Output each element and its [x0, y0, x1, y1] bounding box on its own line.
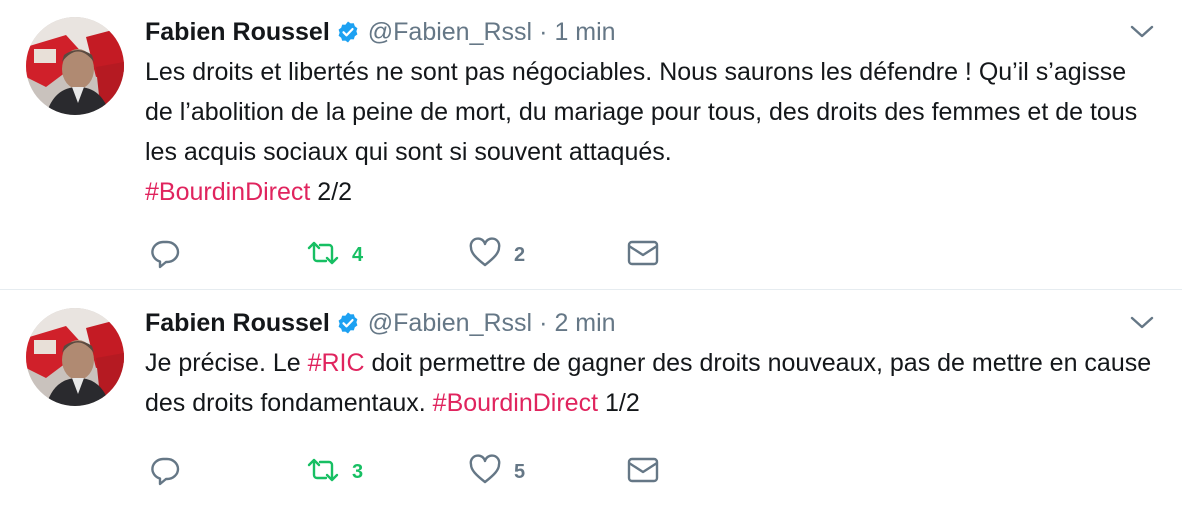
envelope-icon: [626, 236, 660, 275]
retweet-arrows-icon: [306, 236, 340, 275]
avatar[interactable]: [26, 308, 124, 406]
separator-dot: ·: [539, 308, 548, 337]
reply-button[interactable]: [148, 237, 182, 273]
author-handle[interactable]: @Fabien_Rssl: [368, 309, 532, 338]
like-count: 5: [514, 460, 526, 483]
retweet-button[interactable]: 4: [306, 237, 363, 273]
tweet-text-body: Les droits et libertés ne sont pas négoc…: [145, 58, 1138, 166]
author-handle[interactable]: @Fabien_Rssl: [368, 18, 532, 47]
tweet-text: Je précise. Le #RIC doit permettre de ga…: [145, 343, 1155, 423]
retweet-button[interactable]: 3: [306, 454, 363, 490]
chevron-down-icon[interactable]: [1128, 22, 1156, 42]
timestamp[interactable]: 1 min: [554, 18, 615, 47]
chevron-down-icon[interactable]: [1128, 313, 1156, 333]
author-name[interactable]: Fabien Roussel: [145, 18, 330, 47]
reply-bubble-icon: [148, 236, 182, 275]
tweet-text-suffix: 1/2: [598, 389, 640, 417]
tweet-text-suffix: 2/2: [310, 178, 353, 206]
hashtag-link[interactable]: #RIC: [308, 349, 365, 377]
reply-button[interactable]: [148, 454, 182, 490]
verified-badge-icon: [336, 20, 360, 44]
tweet-text: Les droits et libertés ne sont pas négoc…: [145, 52, 1155, 212]
hashtag-link[interactable]: #BourdinDirect: [433, 389, 598, 417]
hashtag-link[interactable]: #BourdinDirect: [145, 178, 310, 206]
reply-bubble-icon: [148, 453, 182, 492]
retweet-arrows-icon: [306, 453, 340, 492]
like-count: 2: [514, 243, 526, 266]
retweet-count: 3: [352, 460, 364, 483]
verified-badge-icon: [336, 311, 360, 335]
avatar[interactable]: [26, 17, 124, 115]
heart-icon: [468, 236, 502, 275]
retweet-count: 4: [352, 243, 364, 266]
like-button[interactable]: 2: [468, 236, 526, 275]
tweet[interactable]: Fabien Roussel @Fabien_Rssl · 2 min Je p…: [0, 291, 1182, 512]
heart-icon: [468, 453, 502, 492]
direct-message-button[interactable]: [626, 454, 660, 490]
direct-message-button[interactable]: [626, 237, 660, 273]
author-name[interactable]: Fabien Roussel: [145, 309, 330, 338]
separator-dot: ·: [539, 17, 548, 46]
tweet[interactable]: Fabien Roussel @Fabien_Rssl · 1 min Les …: [0, 0, 1182, 290]
tweet-header: Fabien Roussel @Fabien_Rssl · 1 min: [145, 14, 616, 50]
tweet-actions: 4 2: [148, 236, 688, 275]
envelope-icon: [626, 453, 660, 492]
tweet-text-body: Je précise. Le: [145, 349, 308, 377]
tweet-header: Fabien Roussel @Fabien_Rssl · 2 min: [145, 305, 616, 341]
tweet-actions: 3 5: [148, 453, 688, 492]
timestamp[interactable]: 2 min: [554, 309, 615, 338]
like-button[interactable]: 5: [468, 453, 526, 492]
